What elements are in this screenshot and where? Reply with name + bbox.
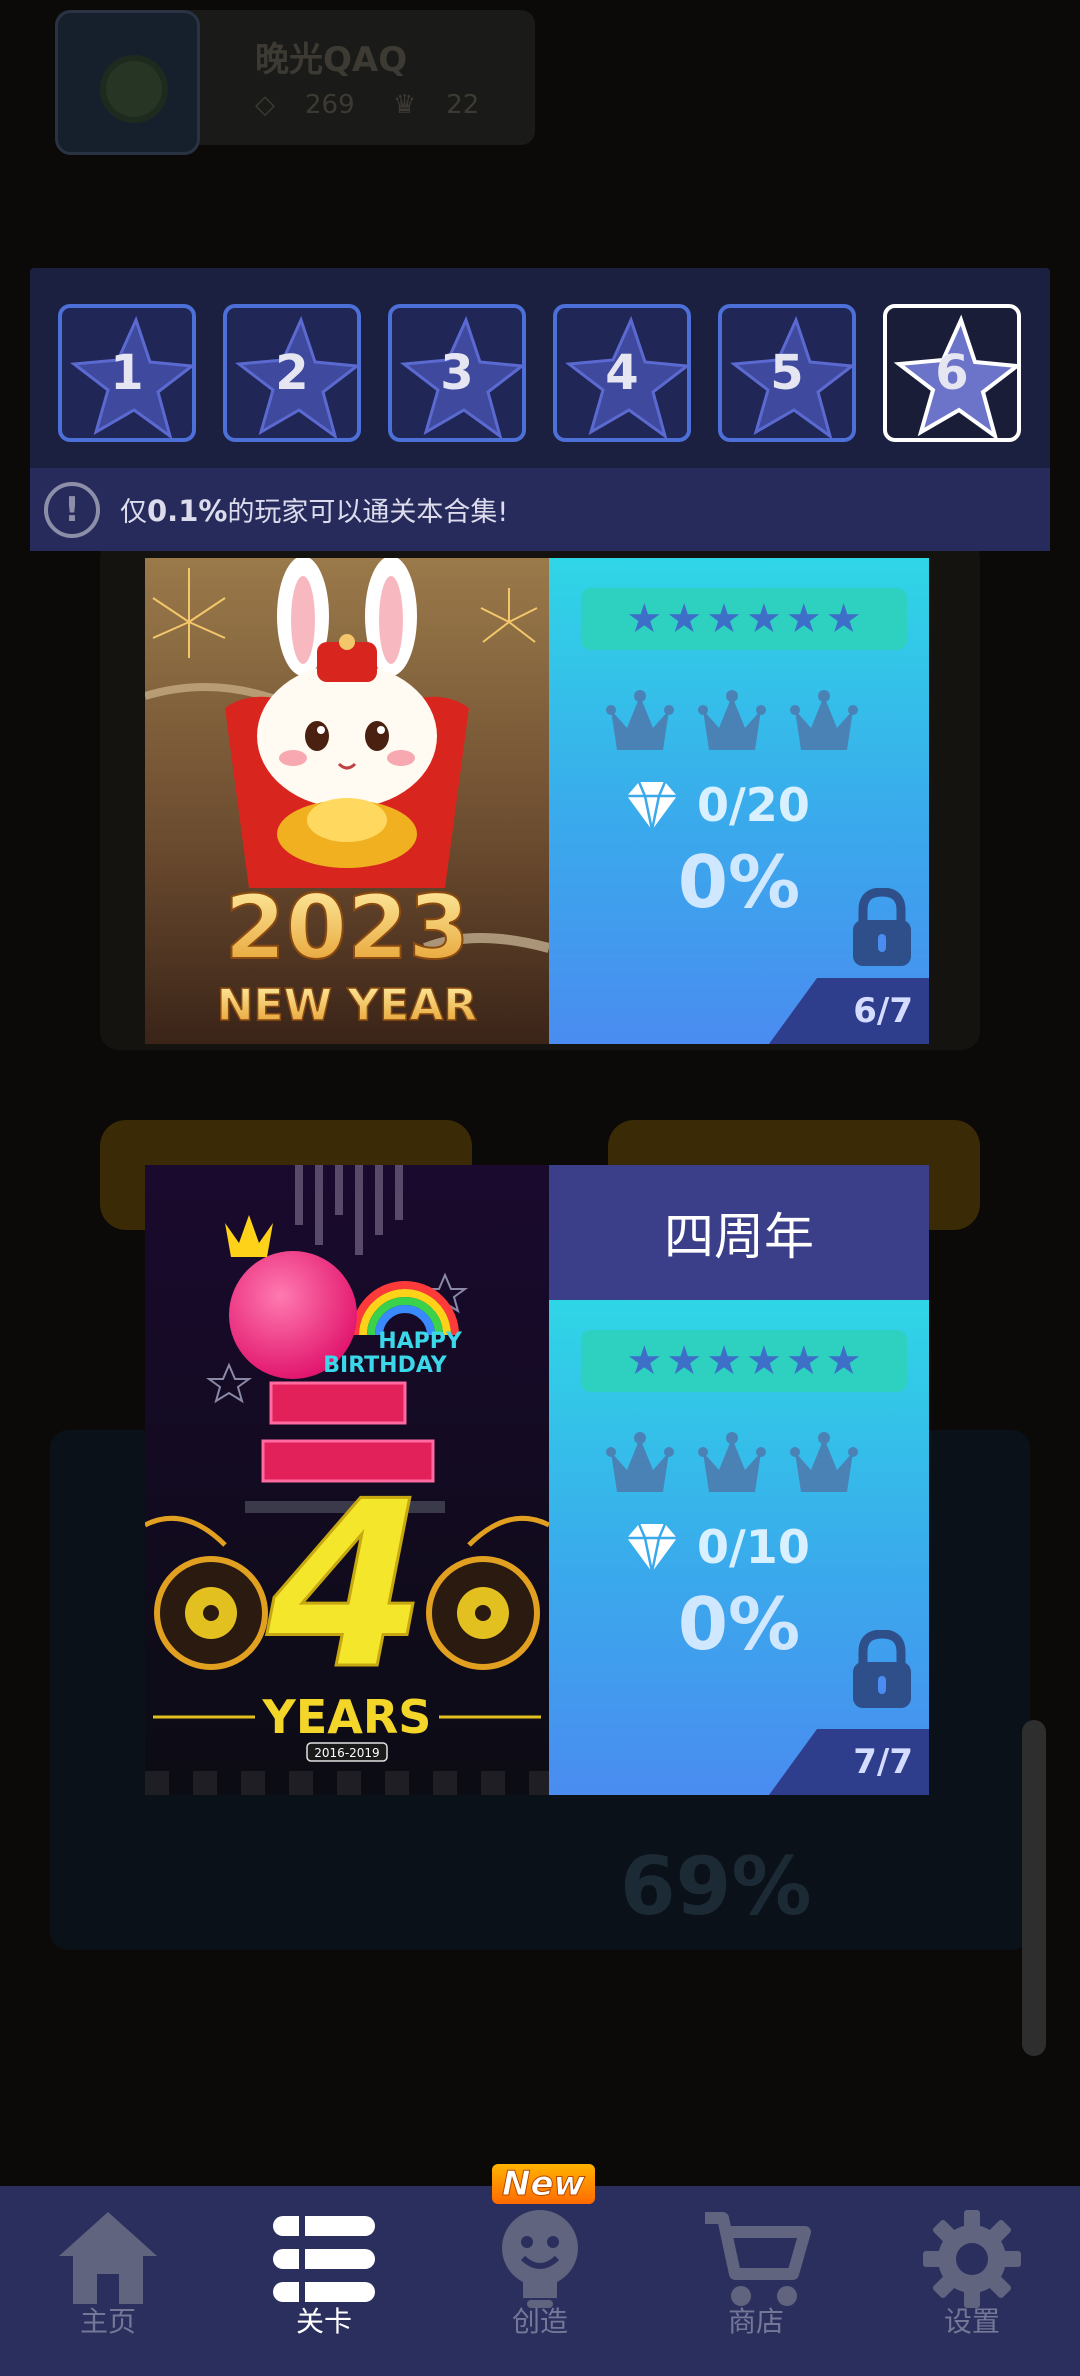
cart-icon <box>705 2212 811 2306</box>
star-icon: ★ <box>666 1338 703 1384</box>
gem-icon: ◇ <box>255 90 275 120</box>
tab-number: 5 <box>770 345 804 401</box>
years-label: YEARS <box>262 1690 432 1744</box>
tab-number: 4 <box>605 345 639 401</box>
gem-count: 0/20 <box>697 778 810 832</box>
info-icon: ! <box>44 481 100 538</box>
crown-icon <box>790 690 858 750</box>
diamond-icon <box>627 1523 677 1573</box>
nav-create[interactable]: New 创造 <box>432 2164 648 2376</box>
gem-count: 0/10 <box>697 1520 810 1574</box>
crown-icon <box>606 690 674 750</box>
lock-icon <box>853 1630 911 1708</box>
nav-home[interactable]: 主页 <box>0 2186 216 2376</box>
diamond-icon <box>627 781 677 831</box>
level-progress-tab: 7/7 <box>769 1729 929 1795</box>
level-card-anniversary[interactable]: HAPPY BIRTHDAY 4 YEARS 2016-2019 四周年 ★ ★ ★… <box>145 1165 929 1795</box>
svg-text:2023: 2023 <box>225 876 470 979</box>
nav-label: 创造 <box>511 2305 568 2338</box>
tab-number: 6 <box>935 345 969 401</box>
star-icon: ★ <box>626 596 663 642</box>
anniversary-birthday-artwork: HAPPY BIRTHDAY 4 YEARS 2016-2019 <box>145 1165 549 1795</box>
bottom-nav: 主页 关卡 New 创造 商店 设置 <box>0 2164 1080 2376</box>
crown-icon <box>698 1432 766 1492</box>
list-icon <box>273 2214 375 2304</box>
difficulty-stars: ★ ★ ★ ★ ★ ★ <box>581 588 907 650</box>
completion-notice: ! 仅0.1%的玩家可以通关本合集! <box>30 468 1050 551</box>
star-icon: ★ <box>706 1338 742 1384</box>
tab-number: 2 <box>275 345 309 401</box>
nav-label: 关卡 <box>295 2305 352 2338</box>
star-icon: ★ <box>666 596 703 642</box>
player-stats: ◇ 269 ♛ 22 <box>255 90 509 120</box>
gem-progress: 0/20 <box>623 776 810 834</box>
tab-collection-5[interactable]: 5 <box>718 304 856 442</box>
star-icon: ★ <box>825 1338 862 1384</box>
nav-levels[interactable]: 关卡 <box>216 2186 432 2376</box>
nav-shop[interactable]: 商店 <box>648 2186 864 2376</box>
tab-number: 1 <box>110 345 144 401</box>
star-icon: ★ <box>785 596 822 642</box>
player-profile: 晚光QAQ ◇ 269 ♛ 22 <box>55 10 535 155</box>
new-badge: New <box>492 2164 595 2205</box>
level-info: ★ ★ ★ ★ ★ ★ 0/10 0% 7/7 <box>549 1300 929 1795</box>
star-icon: ★ <box>746 1338 782 1384</box>
notice-text: 仅0.1%的玩家可以通关本合集! <box>120 490 508 529</box>
notice-prefix: 仅 <box>120 497 147 528</box>
gem-progress: 0/10 <box>623 1518 810 1576</box>
collection-tab-panel: 1 2 3 4 5 6 ! 仅0.1%的玩家可以通关本合集! <box>30 268 1050 551</box>
player-crowns: 22 <box>446 90 480 120</box>
crown-icon <box>606 1432 674 1492</box>
level-info: ★ ★ ★ ★ ★ ★ 0/20 0% 6/7 <box>549 558 929 1044</box>
tab-collection-6[interactable]: 6 <box>883 304 1021 442</box>
star-icon: ★ <box>825 596 862 642</box>
nav-label: 主页 <box>79 2305 136 2338</box>
crown-progress <box>605 1430 859 1500</box>
crown-progress <box>605 688 859 758</box>
svg-text:4: 4 <box>266 1453 427 1720</box>
avatar <box>55 10 200 155</box>
star-icon: ★ <box>785 1338 822 1384</box>
notice-highlight: 0.1% <box>147 494 228 528</box>
notice-suffix: 的玩家可以通关本合集! <box>227 497 509 528</box>
svg-text:NEW YEAR: NEW YEAR <box>217 980 478 1031</box>
home-icon <box>59 2212 157 2304</box>
tab-collection-1[interactable]: 1 <box>58 304 196 442</box>
player-gems: 269 <box>305 90 355 120</box>
scrollbar[interactable] <box>1022 1720 1046 2056</box>
player-name: 晚光QAQ <box>255 40 408 80</box>
tab-number: 3 <box>440 345 474 401</box>
star-icon: ★ <box>746 596 782 642</box>
tab-collection-3[interactable]: 3 <box>388 304 526 442</box>
crown-icon: ♛ <box>392 90 417 120</box>
difficulty-stars: ★ ★ ★ ★ ★ ★ <box>581 1330 907 1392</box>
crown-icon <box>698 690 766 750</box>
happy-birthday-label: BIRTHDAY <box>323 1353 448 1378</box>
nav-label: 设置 <box>943 2305 1000 2338</box>
lock-icon <box>853 888 911 966</box>
tab-collection-4[interactable]: 4 <box>553 304 691 442</box>
nav-label: 商店 <box>727 2305 784 2338</box>
svg-text:HAPPY: HAPPY <box>378 1329 463 1354</box>
svg-text:2016-2019: 2016-2019 <box>314 1746 379 1760</box>
level-card-new-year[interactable]: 2023 NEW YEAR ★ ★ ★ ★ ★ ★ 0/20 0% 6/7 <box>145 558 929 1044</box>
lightbulb-icon <box>502 2210 578 2308</box>
background-percent: 69% <box>620 1840 812 1933</box>
collection-tabs: 1 2 3 4 5 6 <box>58 304 1021 442</box>
star-icon: ★ <box>706 596 742 642</box>
new-year-rabbit-artwork: 2023 NEW YEAR <box>145 558 549 1044</box>
crown-icon <box>790 1432 858 1492</box>
level-progress-tab: 6/7 <box>769 978 929 1044</box>
gear-icon <box>923 2210 1021 2308</box>
nav-settings[interactable]: 设置 <box>864 2186 1080 2376</box>
star-icon: ★ <box>626 1338 663 1384</box>
tab-collection-2[interactable]: 2 <box>223 304 361 442</box>
level-title: 四周年 <box>549 1165 929 1300</box>
